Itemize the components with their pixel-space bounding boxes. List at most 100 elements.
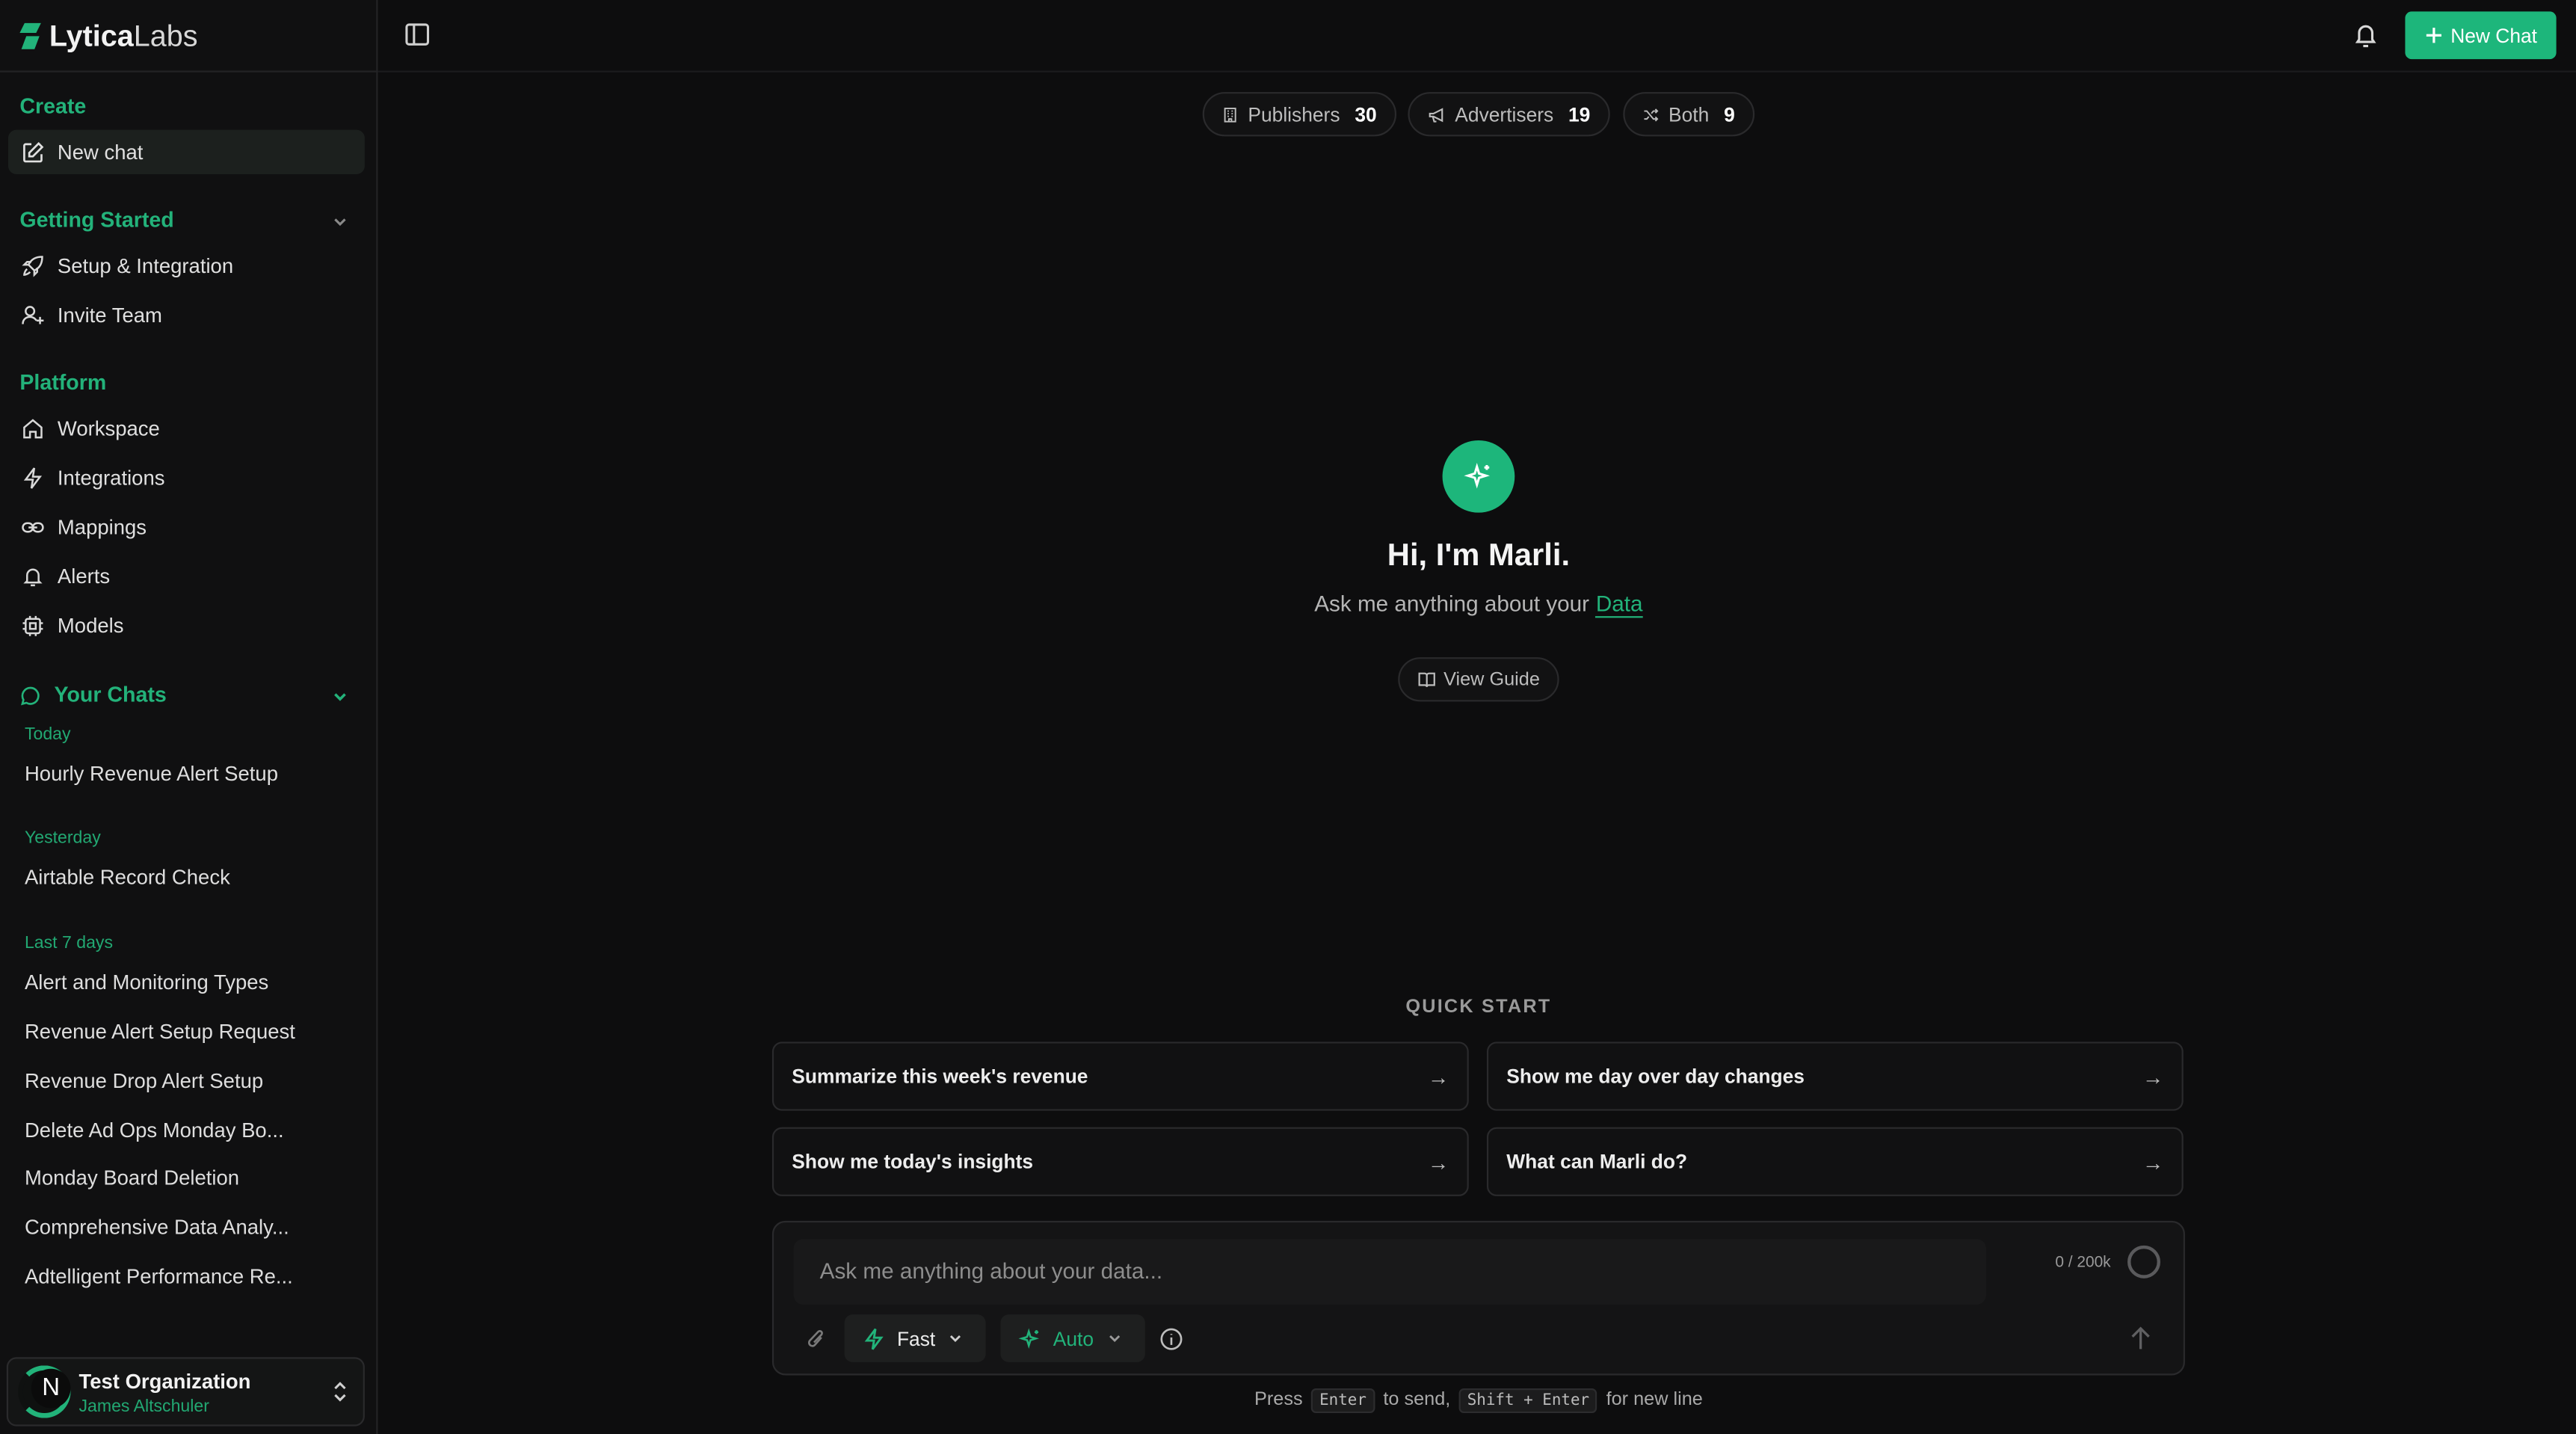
quick-start-label: Summarize this week's revenue — [792, 1065, 1088, 1088]
chevron-up-down-icon — [334, 1382, 346, 1402]
chat-group-yesterday: Yesterday — [24, 828, 101, 849]
chat-item[interactable]: Monday Board Deletion — [25, 1166, 239, 1190]
advertisers-filter-pill[interactable]: Advertisers 19 — [1408, 92, 1610, 137]
chat-item[interactable]: Hourly Revenue Alert Setup — [25, 763, 278, 786]
chat-item[interactable]: Alert and Monitoring Types — [25, 971, 268, 994]
brand-name-strong: Lytica — [49, 19, 134, 52]
quick-start-card[interactable]: Show me day over day changes → — [1486, 1041, 2184, 1111]
kbd-enter: Enter — [1311, 1388, 1375, 1414]
pill-count: 9 — [1724, 102, 1735, 126]
sidebar-item-mappings[interactable]: Mappings — [8, 505, 365, 549]
chevron-down-icon[interactable] — [330, 687, 350, 707]
brand-logo[interactable]: LyticaLabs — [19, 16, 198, 56]
chat-item[interactable]: Delete Ad Ops Monday Bo... — [25, 1119, 284, 1142]
building-icon — [1224, 106, 1236, 122]
section-getting-started: Getting Started — [19, 206, 174, 232]
new-chat-label: New Chat — [2450, 23, 2538, 47]
pill-label: Both — [1668, 102, 1710, 126]
view-guide-label: View Guide — [1443, 669, 1540, 689]
view-guide-button[interactable]: View Guide — [1398, 657, 1559, 702]
usage-ring-icon — [2127, 1245, 2160, 1278]
quick-start-label: What can Marli do? — [1506, 1150, 1688, 1174]
chat-bubble-icon — [21, 686, 40, 706]
model-label: Auto — [1053, 1326, 1094, 1350]
chat-composer: Ask me anything about your data... 0 / 2… — [771, 1220, 2185, 1376]
brand-name-light: Labs — [133, 19, 198, 52]
arrow-right-icon: → — [2142, 1064, 2164, 1089]
sidebar-item-invite-team[interactable]: Invite Team — [8, 292, 365, 336]
divider — [0, 70, 378, 73]
shuffle-icon — [1644, 108, 1659, 121]
chevron-down-icon — [950, 1335, 961, 1343]
chat-item[interactable]: Revenue Drop Alert Setup — [25, 1070, 263, 1093]
quick-start-heading: QUICK START — [1405, 997, 1552, 1018]
keyboard-hint: Press Enter to send, Shift + Enter for n… — [986, 1388, 1972, 1414]
arrow-right-icon: → — [2142, 1149, 2164, 1175]
link-icon — [22, 521, 44, 532]
publishers-filter-pill[interactable]: Publishers 30 — [1202, 92, 1397, 137]
quick-start-card[interactable]: Summarize this week's revenue → — [771, 1041, 1469, 1111]
new-chat-button[interactable]: New Chat — [2405, 11, 2557, 60]
greeting-subtitle: Ask me anything about your Data — [1150, 591, 1807, 618]
chat-item[interactable]: Adtelligent Performance Re... — [25, 1265, 293, 1288]
megaphone-icon — [1429, 107, 1443, 122]
chevron-down-icon[interactable] — [330, 212, 350, 232]
pill-label: Publishers — [1248, 102, 1340, 126]
org-name: Test Organization — [78, 1370, 251, 1394]
sidebar-item-label: Mappings — [57, 514, 147, 538]
greeting-accent-word: Data — [1595, 591, 1643, 618]
logo-mark-icon — [19, 22, 41, 49]
sidebar-item-new-chat[interactable]: New chat — [7, 129, 365, 174]
edit-icon — [23, 141, 44, 162]
sidebar-item-label: Integrations — [57, 466, 165, 489]
plus-icon — [2426, 28, 2441, 43]
quick-start-label: Show me today's insights — [792, 1150, 1034, 1174]
hint-press: Press — [1254, 1390, 1303, 1410]
quick-start-label: Show me day over day changes — [1506, 1065, 1805, 1088]
chip-icon — [22, 615, 43, 636]
pill-count: 19 — [1568, 102, 1591, 126]
send-arrow-up-icon[interactable] — [2129, 1326, 2152, 1351]
hint-to-send: to send, — [1383, 1390, 1451, 1410]
sparkles-icon — [1464, 462, 1491, 489]
sidebar-item-workspace[interactable]: Workspace — [8, 406, 365, 450]
chevron-down-icon — [1109, 1335, 1120, 1343]
sidebar-item-alerts[interactable]: Alerts — [8, 554, 365, 598]
greeting-subtitle-text: Ask me anything about your — [1314, 591, 1590, 617]
bolt-icon — [864, 1327, 884, 1350]
pill-label: Advertisers — [1455, 102, 1554, 126]
paperclip-icon[interactable] — [807, 1328, 826, 1351]
model-select[interactable]: Auto — [1000, 1314, 1145, 1362]
chat-item[interactable]: Airtable Record Check — [25, 866, 230, 889]
character-count: 0 / 200k — [2055, 1253, 2111, 1273]
sidebar-item-label: Invite Team — [57, 303, 162, 327]
speed-mode-label: Fast — [896, 1326, 936, 1350]
sidebar-item-label: Workspace — [57, 416, 160, 440]
org-initial: N — [31, 1368, 71, 1409]
section-platform: Platform — [19, 369, 107, 395]
sidebar-item-label: Models — [57, 613, 124, 637]
chat-item[interactable]: Comprehensive Data Analy... — [25, 1216, 289, 1239]
quick-start-card[interactable]: What can Marli do? → — [1486, 1127, 2184, 1196]
sparkles-icon — [1018, 1327, 1039, 1348]
sidebar-item-models[interactable]: Models — [8, 603, 365, 647]
message-input[interactable]: Ask me anything about your data... — [793, 1239, 1987, 1305]
sidebar-item-setup-integration[interactable]: Setup & Integration — [8, 243, 365, 287]
notifications-bell-icon[interactable] — [2352, 19, 2379, 49]
organization-switcher[interactable]: N Test Organization James Altschuler — [6, 1357, 365, 1427]
chat-item[interactable]: Revenue Alert Setup Request — [25, 1021, 295, 1044]
greeting-title: Hi, I'm Marli. — [1387, 538, 1571, 573]
chat-group-last-7-days: Last 7 days — [24, 933, 113, 953]
info-icon[interactable] — [1160, 1328, 1183, 1351]
sidebar-item-integrations[interactable]: Integrations — [8, 455, 365, 499]
speed-mode-select[interactable]: Fast — [844, 1314, 986, 1362]
bell-icon — [23, 567, 43, 586]
user-plus-icon — [22, 305, 44, 324]
org-user: James Altschuler — [78, 1397, 209, 1417]
both-filter-pill[interactable]: Both 9 — [1623, 92, 1755, 137]
quick-start-card[interactable]: Show me today's insights → — [771, 1127, 1469, 1196]
rocket-icon — [22, 255, 43, 277]
sidebar-toggle-icon[interactable] — [404, 22, 431, 48]
sidebar-item-label: New chat — [57, 140, 144, 164]
sidebar: LyticaLabs Create New chat Getting Start… — [0, 0, 378, 1434]
